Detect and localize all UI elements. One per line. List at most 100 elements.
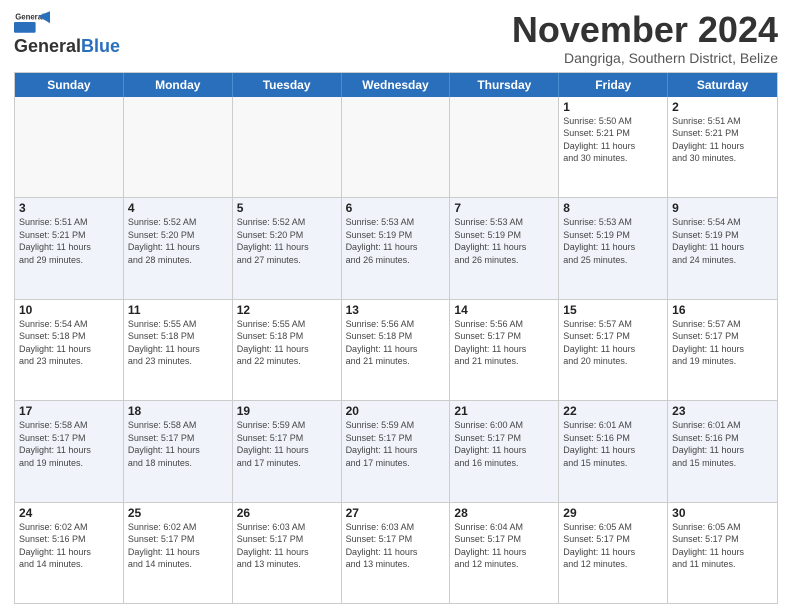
month-title: November 2024 (512, 10, 778, 50)
day-cell: 14Sunrise: 5:56 AM Sunset: 5:17 PM Dayli… (450, 300, 559, 400)
day-cell: 17Sunrise: 5:58 AM Sunset: 5:17 PM Dayli… (15, 401, 124, 501)
day-cell: 5Sunrise: 5:52 AM Sunset: 5:20 PM Daylig… (233, 198, 342, 298)
day-info: Sunrise: 5:53 AM Sunset: 5:19 PM Dayligh… (563, 216, 663, 266)
day-info: Sunrise: 5:53 AM Sunset: 5:19 PM Dayligh… (454, 216, 554, 266)
day-number: 23 (672, 404, 773, 418)
day-number: 10 (19, 303, 119, 317)
day-number: 20 (346, 404, 446, 418)
day-info: Sunrise: 6:05 AM Sunset: 5:17 PM Dayligh… (563, 521, 663, 571)
logo: General Blue General Blue (14, 10, 120, 57)
day-cell: 30Sunrise: 6:05 AM Sunset: 5:17 PM Dayli… (668, 503, 777, 603)
day-cell: 29Sunrise: 6:05 AM Sunset: 5:17 PM Dayli… (559, 503, 668, 603)
weekday-header: Wednesday (342, 73, 451, 97)
day-number: 11 (128, 303, 228, 317)
empty-day-cell (15, 97, 124, 197)
empty-day-cell (342, 97, 451, 197)
calendar-body: 1Sunrise: 5:50 AM Sunset: 5:21 PM Daylig… (15, 97, 777, 603)
day-cell: 23Sunrise: 6:01 AM Sunset: 5:16 PM Dayli… (668, 401, 777, 501)
day-info: Sunrise: 5:56 AM Sunset: 5:17 PM Dayligh… (454, 318, 554, 368)
day-number: 29 (563, 506, 663, 520)
empty-day-cell (450, 97, 559, 197)
day-number: 7 (454, 201, 554, 215)
day-number: 18 (128, 404, 228, 418)
day-info: Sunrise: 5:59 AM Sunset: 5:17 PM Dayligh… (237, 419, 337, 469)
day-cell: 16Sunrise: 5:57 AM Sunset: 5:17 PM Dayli… (668, 300, 777, 400)
day-number: 16 (672, 303, 773, 317)
day-cell: 6Sunrise: 5:53 AM Sunset: 5:19 PM Daylig… (342, 198, 451, 298)
day-cell: 4Sunrise: 5:52 AM Sunset: 5:20 PM Daylig… (124, 198, 233, 298)
day-cell: 1Sunrise: 5:50 AM Sunset: 5:21 PM Daylig… (559, 97, 668, 197)
calendar-week-row: 24Sunrise: 6:02 AM Sunset: 5:16 PM Dayli… (15, 503, 777, 603)
day-number: 17 (19, 404, 119, 418)
day-info: Sunrise: 5:50 AM Sunset: 5:21 PM Dayligh… (563, 115, 663, 165)
day-number: 15 (563, 303, 663, 317)
weekday-header: Thursday (450, 73, 559, 97)
day-number: 28 (454, 506, 554, 520)
day-info: Sunrise: 6:04 AM Sunset: 5:17 PM Dayligh… (454, 521, 554, 571)
day-info: Sunrise: 5:55 AM Sunset: 5:18 PM Dayligh… (128, 318, 228, 368)
weekday-header: Monday (124, 73, 233, 97)
logo-blue: Blue (81, 36, 120, 57)
header: General Blue General Blue November 2024 … (14, 10, 778, 66)
calendar: SundayMondayTuesdayWednesdayThursdayFrid… (14, 72, 778, 604)
day-info: Sunrise: 6:02 AM Sunset: 5:16 PM Dayligh… (19, 521, 119, 571)
day-info: Sunrise: 5:53 AM Sunset: 5:19 PM Dayligh… (346, 216, 446, 266)
day-number: 19 (237, 404, 337, 418)
day-info: Sunrise: 5:57 AM Sunset: 5:17 PM Dayligh… (563, 318, 663, 368)
weekday-header: Friday (559, 73, 668, 97)
calendar-week-row: 3Sunrise: 5:51 AM Sunset: 5:21 PM Daylig… (15, 198, 777, 299)
weekday-header: Tuesday (233, 73, 342, 97)
day-number: 26 (237, 506, 337, 520)
day-info: Sunrise: 6:00 AM Sunset: 5:17 PM Dayligh… (454, 419, 554, 469)
day-number: 30 (672, 506, 773, 520)
day-cell: 28Sunrise: 6:04 AM Sunset: 5:17 PM Dayli… (450, 503, 559, 603)
day-cell: 13Sunrise: 5:56 AM Sunset: 5:18 PM Dayli… (342, 300, 451, 400)
day-cell: 22Sunrise: 6:01 AM Sunset: 5:16 PM Dayli… (559, 401, 668, 501)
day-cell: 20Sunrise: 5:59 AM Sunset: 5:17 PM Dayli… (342, 401, 451, 501)
day-cell: 15Sunrise: 5:57 AM Sunset: 5:17 PM Dayli… (559, 300, 668, 400)
logo-icon: General Blue (14, 10, 50, 34)
day-info: Sunrise: 6:01 AM Sunset: 5:16 PM Dayligh… (672, 419, 773, 469)
day-info: Sunrise: 5:58 AM Sunset: 5:17 PM Dayligh… (128, 419, 228, 469)
day-cell: 25Sunrise: 6:02 AM Sunset: 5:17 PM Dayli… (124, 503, 233, 603)
day-info: Sunrise: 5:57 AM Sunset: 5:17 PM Dayligh… (672, 318, 773, 368)
day-number: 5 (237, 201, 337, 215)
logo-general: General (14, 36, 81, 57)
day-cell: 11Sunrise: 5:55 AM Sunset: 5:18 PM Dayli… (124, 300, 233, 400)
day-info: Sunrise: 6:01 AM Sunset: 5:16 PM Dayligh… (563, 419, 663, 469)
day-number: 14 (454, 303, 554, 317)
day-cell: 18Sunrise: 5:58 AM Sunset: 5:17 PM Dayli… (124, 401, 233, 501)
day-info: Sunrise: 5:54 AM Sunset: 5:18 PM Dayligh… (19, 318, 119, 368)
day-number: 3 (19, 201, 119, 215)
weekday-header: Sunday (15, 73, 124, 97)
day-info: Sunrise: 5:54 AM Sunset: 5:19 PM Dayligh… (672, 216, 773, 266)
day-number: 12 (237, 303, 337, 317)
day-info: Sunrise: 6:03 AM Sunset: 5:17 PM Dayligh… (346, 521, 446, 571)
day-cell: 21Sunrise: 6:00 AM Sunset: 5:17 PM Dayli… (450, 401, 559, 501)
day-info: Sunrise: 5:52 AM Sunset: 5:20 PM Dayligh… (128, 216, 228, 266)
day-cell: 8Sunrise: 5:53 AM Sunset: 5:19 PM Daylig… (559, 198, 668, 298)
day-number: 9 (672, 201, 773, 215)
day-info: Sunrise: 5:58 AM Sunset: 5:17 PM Dayligh… (19, 419, 119, 469)
day-info: Sunrise: 5:56 AM Sunset: 5:18 PM Dayligh… (346, 318, 446, 368)
svg-text:Blue: Blue (15, 22, 33, 31)
day-number: 6 (346, 201, 446, 215)
title-block: November 2024 Dangriga, Southern Distric… (512, 10, 778, 66)
calendar-week-row: 10Sunrise: 5:54 AM Sunset: 5:18 PM Dayli… (15, 300, 777, 401)
day-info: Sunrise: 6:03 AM Sunset: 5:17 PM Dayligh… (237, 521, 337, 571)
calendar-header: SundayMondayTuesdayWednesdayThursdayFrid… (15, 73, 777, 97)
day-number: 13 (346, 303, 446, 317)
day-number: 21 (454, 404, 554, 418)
day-cell: 24Sunrise: 6:02 AM Sunset: 5:16 PM Dayli… (15, 503, 124, 603)
day-cell: 7Sunrise: 5:53 AM Sunset: 5:19 PM Daylig… (450, 198, 559, 298)
day-cell: 26Sunrise: 6:03 AM Sunset: 5:17 PM Dayli… (233, 503, 342, 603)
calendar-week-row: 17Sunrise: 5:58 AM Sunset: 5:17 PM Dayli… (15, 401, 777, 502)
location: Dangriga, Southern District, Belize (512, 50, 778, 66)
day-info: Sunrise: 6:05 AM Sunset: 5:17 PM Dayligh… (672, 521, 773, 571)
day-cell: 19Sunrise: 5:59 AM Sunset: 5:17 PM Dayli… (233, 401, 342, 501)
calendar-week-row: 1Sunrise: 5:50 AM Sunset: 5:21 PM Daylig… (15, 97, 777, 198)
day-info: Sunrise: 5:59 AM Sunset: 5:17 PM Dayligh… (346, 419, 446, 469)
day-cell: 9Sunrise: 5:54 AM Sunset: 5:19 PM Daylig… (668, 198, 777, 298)
day-cell: 3Sunrise: 5:51 AM Sunset: 5:21 PM Daylig… (15, 198, 124, 298)
day-cell: 10Sunrise: 5:54 AM Sunset: 5:18 PM Dayli… (15, 300, 124, 400)
